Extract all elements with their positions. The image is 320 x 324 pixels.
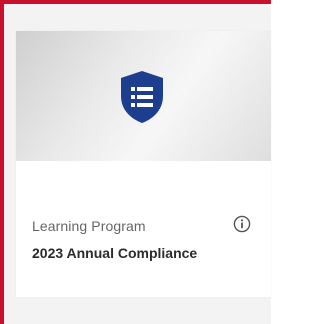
shield-list-icon [121,71,163,123]
card-title[interactable]: 2023 Annual Compliance [32,245,197,261]
learning-program-card[interactable]: Learning Program 2023 Annual Compliance [16,31,271,297]
card-body: Learning Program 2023 Annual Compliance [16,161,271,297]
card-type-label: Learning Program [32,218,146,234]
info-icon[interactable] [233,215,251,233]
card-banner [16,31,271,161]
